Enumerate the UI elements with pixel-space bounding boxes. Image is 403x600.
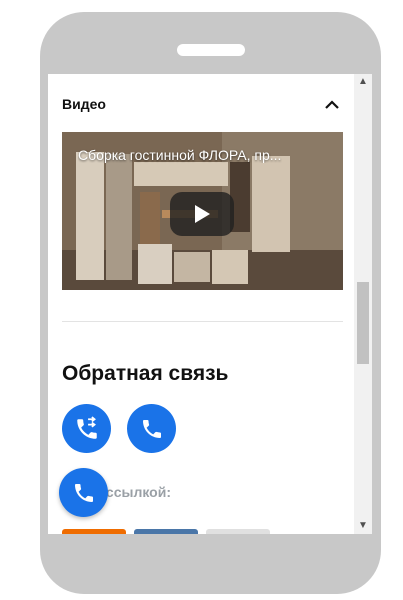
- phone-icon: [142, 419, 161, 438]
- share-button-ok[interactable]: [62, 529, 126, 534]
- video-section-header[interactable]: Видео: [62, 94, 342, 114]
- share-button-other[interactable]: [206, 529, 270, 534]
- feedback-title: Обратная связь: [62, 362, 229, 385]
- callback-button[interactable]: [62, 404, 111, 453]
- section-divider: [62, 321, 343, 322]
- phone-icon: [74, 483, 93, 502]
- scrollbar[interactable]: ▲ ▼: [354, 74, 372, 534]
- arrow-up-icon[interactable]: ▲: [354, 74, 372, 88]
- chevron-up-icon[interactable]: [322, 96, 342, 112]
- video-section-title: Видео: [62, 96, 106, 112]
- play-icon: [195, 205, 210, 223]
- phone-speaker: [177, 44, 245, 56]
- call-button[interactable]: [127, 404, 176, 453]
- device-screen: Видео Сборка гостинной ФЛОРА, пр... Обра…: [48, 74, 372, 534]
- floating-call-button[interactable]: [59, 468, 108, 517]
- scroll-thumb[interactable]: [357, 282, 369, 364]
- play-button[interactable]: [170, 192, 234, 236]
- video-title[interactable]: Сборка гостинной ФЛОРА, пр...: [78, 147, 338, 163]
- video-player[interactable]: Сборка гостинной ФЛОРА, пр...: [62, 132, 343, 290]
- call-transfer-icon: [76, 415, 97, 439]
- page-content: Видео Сборка гостинной ФЛОРА, пр... Обра…: [48, 74, 354, 534]
- share-button-vk[interactable]: [134, 529, 198, 534]
- arrow-down-icon[interactable]: ▼: [354, 518, 372, 532]
